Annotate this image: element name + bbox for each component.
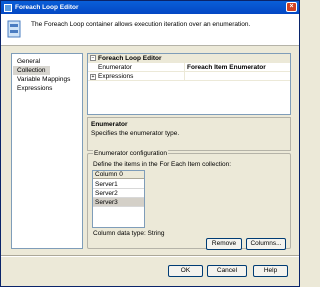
property-row-enumerator[interactable]: Enumerator Foreach Item Enumerator	[88, 63, 290, 72]
expressions-value[interactable]	[184, 72, 290, 81]
property-grid: Foreach Loop Editor − Enumerator Foreach…	[87, 53, 291, 115]
config-instruction: Define the items in the For Each Item co…	[93, 161, 232, 168]
description-panel: Enumerator Specifies the enumerator type…	[87, 117, 291, 151]
foreach-loop-icon	[7, 20, 21, 38]
nav-item-general[interactable]: General	[13, 57, 44, 66]
grid-row[interactable]: Server3	[93, 198, 144, 207]
description-text: Specifies the enumerator type.	[91, 130, 180, 137]
enumerator-value[interactable]: Foreach Item Enumerator	[184, 63, 290, 72]
enumerator-configuration-group: Enumerator configuration Define the item…	[87, 150, 291, 250]
category-collapse-icon[interactable]: −	[90, 55, 96, 61]
help-button[interactable]: Help	[253, 265, 288, 277]
header-panel: The Foreach Loop container allows execut…	[1, 14, 299, 46]
title-bar[interactable]: Foreach Loop Editor ×	[1, 1, 299, 14]
group-title: Enumerator configuration	[93, 150, 168, 157]
column-data-type-label: Column data type: String	[93, 230, 165, 237]
nav-item-expressions[interactable]: Expressions	[13, 84, 56, 93]
category-label: Foreach Loop Editor	[98, 55, 162, 62]
columns-button[interactable]: Columns...	[246, 238, 286, 250]
description-title: Enumerator	[91, 121, 128, 128]
grid-row[interactable]: Server2	[93, 189, 144, 198]
expand-icon[interactable]: +	[90, 74, 96, 80]
nav-item-collection[interactable]: Collection	[13, 66, 50, 75]
grid-row[interactable]: Server1	[93, 180, 144, 189]
window-title: Foreach Loop Editor	[15, 4, 79, 11]
cancel-button[interactable]: Cancel	[207, 265, 247, 277]
property-category: Foreach Loop Editor	[88, 54, 290, 63]
nav-list: General Collection Variable Mappings Exp…	[11, 53, 83, 249]
ok-button[interactable]: OK	[168, 265, 203, 277]
property-name: Expressions	[98, 73, 134, 80]
close-button[interactable]: ×	[286, 2, 297, 12]
header-description: The Foreach Loop container allows execut…	[31, 21, 251, 28]
remove-button[interactable]: Remove	[206, 238, 242, 250]
footer-divider	[1, 255, 299, 257]
foreach-loop-editor-window: Foreach Loop Editor × The Foreach Loop c…	[0, 0, 300, 287]
nav-item-variable-mappings[interactable]: Variable Mappings	[13, 75, 74, 84]
items-grid: Column 0 Server1 Server2 Server3	[92, 170, 145, 228]
property-row-expressions[interactable]: Expressions	[88, 72, 290, 81]
app-icon	[4, 3, 12, 12]
property-name: Enumerator	[98, 64, 132, 71]
column-header[interactable]: Column 0	[93, 171, 144, 179]
